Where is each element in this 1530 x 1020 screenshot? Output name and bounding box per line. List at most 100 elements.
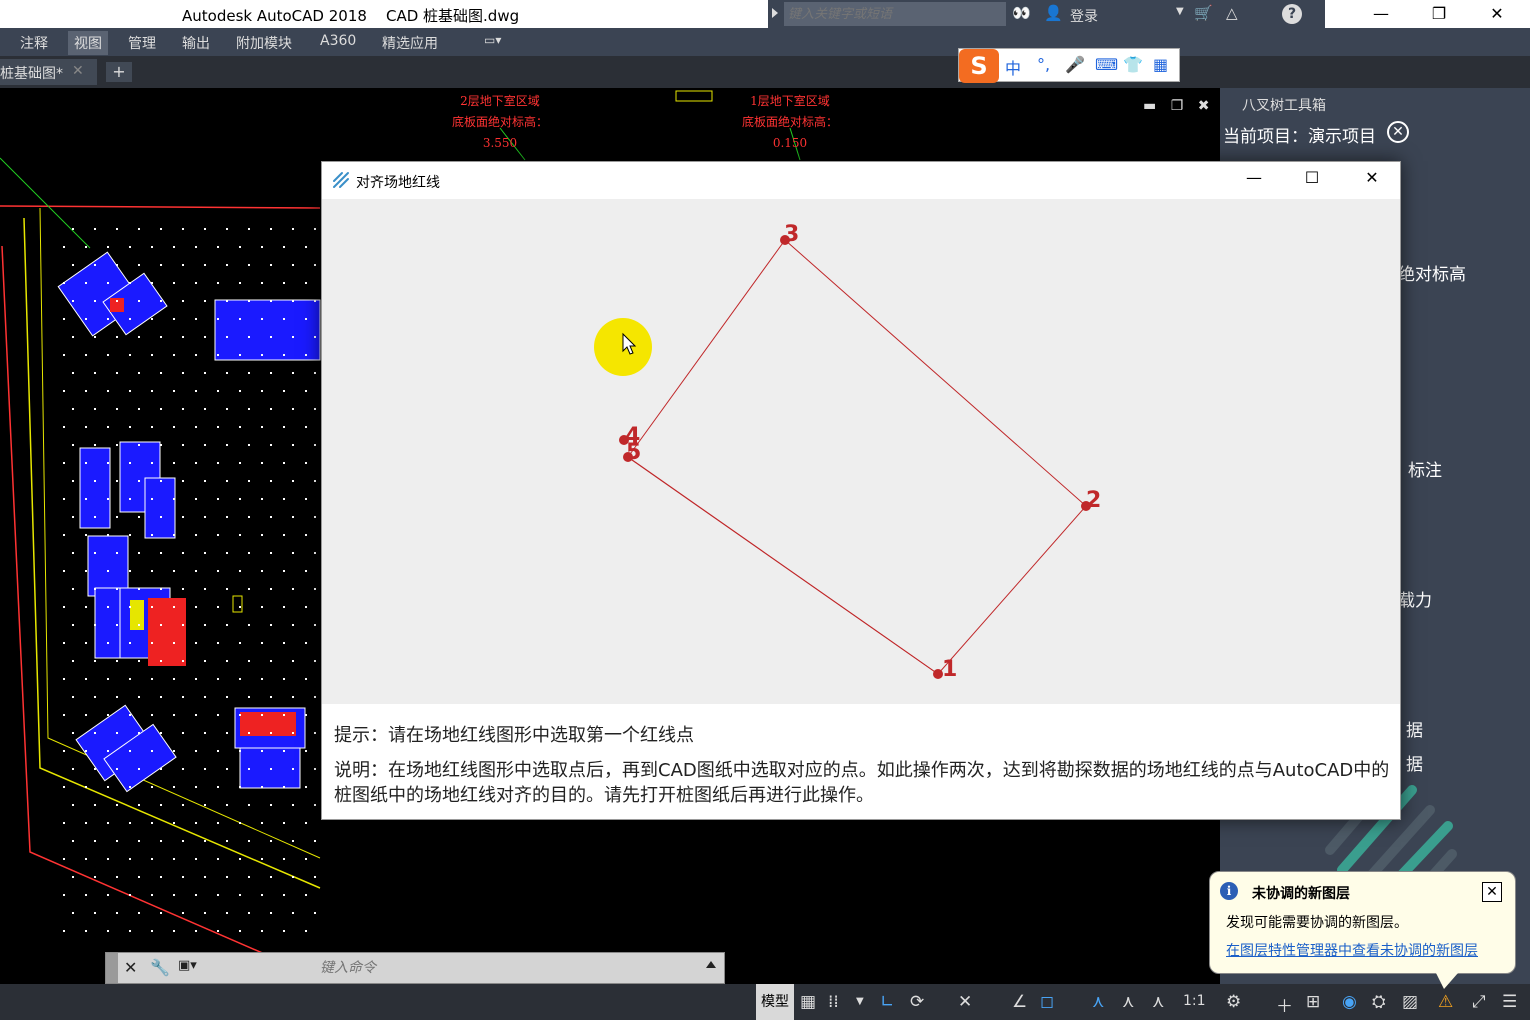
microphone-icon[interactable]: 🎤 (1065, 55, 1085, 74)
svg-text:3: 3 (784, 222, 799, 247)
redline-point-3[interactable]: 3 (780, 222, 799, 247)
recent-commands-icon[interactable]: ▣▾ (178, 958, 197, 973)
minimize-button[interactable]: — (1366, 4, 1396, 23)
customization-menu-icon[interactable]: ☰ (1502, 992, 1517, 1012)
redline-point-5[interactable]: 5 (623, 440, 641, 465)
tab-addins[interactable]: 附加模块 (230, 33, 298, 53)
notification-title: 未协调的新图层 (1252, 886, 1350, 902)
svg-text:2: 2 (1086, 488, 1101, 513)
tab-manage[interactable]: 管理 (122, 33, 162, 53)
ribbon-tabs: 注释 视图 管理 输出 附加模块 A360 精选应用 ▭▾ (0, 28, 1530, 56)
snap-dropdown-icon[interactable]: ▼ (856, 996, 864, 1007)
annotation-visibility-icon[interactable]: ⋏ (1092, 992, 1104, 1012)
command-input[interactable] (320, 958, 470, 978)
command-line-grip[interactable] (106, 953, 118, 983)
object-snap-icon[interactable]: ◻ (1040, 992, 1054, 1012)
layer-notification-icon[interactable]: ⚠ (1438, 992, 1453, 1012)
tab-featured-apps[interactable]: 精选应用 (376, 33, 444, 53)
close-button[interactable]: ✕ (1482, 4, 1512, 23)
redline-point-2[interactable]: 2 (1081, 488, 1101, 513)
tab-a360[interactable]: A360 (314, 33, 362, 49)
annotation-scale[interactable]: 1:1 (1183, 993, 1206, 1009)
document-tab[interactable]: 桩基础图* ✕ (0, 59, 97, 85)
ribbon-options-icon[interactable]: ▭▾ (478, 33, 507, 47)
binoculars-icon[interactable]: 👀 (1012, 4, 1031, 22)
title-bar: Autodesk AutoCAD 2018 CAD 桩基础图.dwg 👀 👤 登… (0, 0, 1530, 28)
palette-item-annotation[interactable]: 标注 (1408, 456, 1442, 481)
new-layers-notification: i 未协调的新图层 ✕ 发现可能需要协调的新图层。 在图层特性管理器中查看未协调… (1209, 871, 1516, 989)
skin-icon[interactable]: 👕 (1123, 55, 1143, 74)
object-snap-tracking-icon[interactable]: ∠ (1012, 992, 1027, 1012)
units-icon[interactable]: ⊞ (1306, 992, 1320, 1012)
lock-ui-icon[interactable]: ⛭ (1372, 992, 1386, 1012)
help-icon[interactable]: ? (1282, 4, 1302, 24)
current-project-label: 当前项目：演示项目 (1223, 127, 1376, 147)
autodesk-exchange-icon[interactable]: △ (1226, 4, 1238, 22)
search-input[interactable] (784, 2, 1006, 26)
viewport-close-icon[interactable]: ✖ (1198, 98, 1210, 114)
site-redline (627, 239, 1087, 675)
restore-button[interactable]: ❐ (1424, 4, 1454, 23)
punctuation-icon[interactable]: °, (1037, 55, 1050, 74)
site-redline-closing-segment (628, 457, 939, 675)
grid-icon[interactable]: ▦ (800, 992, 816, 1012)
palette-item-bearing-capacity[interactable]: 载力 (1398, 586, 1432, 611)
close-command-icon[interactable]: ✕ (124, 958, 137, 977)
document-tab-label: 桩基础图* (0, 66, 63, 82)
polar-icon[interactable]: ⟳ (910, 992, 924, 1012)
ortho-icon[interactable]: ∟ (880, 992, 894, 1012)
info-icon: i (1220, 882, 1238, 900)
basement-label-1: 1层地下室区域 底板面绝对标高：0.150 (741, 94, 838, 150)
isolate-objects-icon[interactable]: ▨ (1402, 992, 1418, 1012)
command-history-icon[interactable] (706, 961, 716, 968)
document-tab-bar: 桩基础图* ✕ + (0, 56, 1530, 88)
svg-text:5: 5 (626, 440, 641, 465)
login-dropdown-icon[interactable]: ▼ (1176, 6, 1184, 17)
search-area: 👀 👤 登录 ▼ 🛒 △ ? (768, 0, 1325, 28)
ime-mode-toggle[interactable]: 中 (1005, 55, 1021, 79)
annotation-monitor-icon[interactable]: ＋ (1276, 992, 1293, 1017)
quick-properties-icon[interactable]: ◉ (1342, 992, 1357, 1012)
search-expand-icon[interactable] (772, 8, 778, 18)
dialog-title: 对齐场地红线 (356, 175, 440, 191)
sogou-logo-icon[interactable]: S (959, 49, 999, 83)
snap-icon[interactable]: ⁞⁞ (828, 992, 839, 1012)
close-project-icon[interactable]: ✕ (1387, 121, 1409, 143)
palette-title: 八叉树工具箱 (1242, 98, 1326, 114)
dialog-close-button[interactable]: ✕ (1352, 168, 1392, 192)
viewport-controls: ▬ ❐ ✖ (1143, 98, 1219, 114)
user-icon[interactable]: 👤 (1044, 4, 1063, 22)
dialog-maximize-button[interactable]: ☐ (1292, 168, 1332, 192)
dialog-title-bar[interactable]: 对齐场地红线 — ☐ ✕ (322, 162, 1400, 199)
model-space-button[interactable]: 模型 (756, 984, 794, 1020)
auto-scale-icon[interactable]: ⋏ (1122, 992, 1134, 1012)
app-title: Autodesk AutoCAD 2018 CAD 桩基础图.dwg (182, 7, 520, 25)
workspace-gear-icon[interactable]: ⚙ (1226, 992, 1241, 1012)
annotation-scale-icon[interactable]: ⋏ (1152, 992, 1164, 1012)
keyboard-icon[interactable]: ⌨ (1095, 55, 1118, 74)
tab-output[interactable]: 输出 (176, 33, 216, 53)
viewport-minimize-icon[interactable]: ▬ (1143, 98, 1156, 114)
dialog-minimize-button[interactable]: — (1234, 168, 1274, 192)
status-bar: 模型 ▦ ⁞⁞ ▼ ∟ ⟳ ✕ ∠ ◻ ⋏ ⋏ ⋏ 1:1 ⚙ ＋ ⊞ ◉ ⛭ … (0, 984, 1530, 1020)
redline-point-1[interactable]: 1 (933, 657, 957, 682)
notification-close-button[interactable]: ✕ (1482, 882, 1502, 902)
viewport-restore-icon[interactable]: ❐ (1171, 98, 1184, 114)
palette-item-absolute-elevation[interactable]: 绝对标高 (1398, 260, 1466, 285)
clean-screen-icon[interactable]: ⤢ (1472, 992, 1486, 1012)
cart-icon[interactable]: 🛒 (1194, 4, 1213, 22)
isodraft-icon[interactable]: ✕ (958, 992, 972, 1012)
tab-annotate[interactable]: 注释 (14, 33, 54, 53)
ime-toolbar: S 中 °, 🎤 ⌨ 👕 ▦ (958, 48, 1180, 83)
new-tab-button[interactable]: + (106, 62, 132, 82)
login-link[interactable]: 登录 (1070, 6, 1098, 26)
view-unreconciled-layers-link[interactable]: 在图层特性管理器中查看未协调的新图层 (1226, 940, 1478, 960)
close-tab-icon[interactable]: ✕ (72, 63, 84, 79)
redline-canvas[interactable]: 1 2 3 4 5 (322, 199, 1400, 704)
command-line: ✕ 🔧 ▣▾ (105, 952, 725, 984)
octree-app-icon (333, 172, 349, 188)
palette-item-data-1[interactable]: 据 (1406, 716, 1423, 741)
customize-wrench-icon[interactable]: 🔧 (150, 958, 170, 977)
tab-view[interactable]: 视图 (68, 31, 108, 55)
toolbox-icon[interactable]: ▦ (1153, 55, 1168, 74)
